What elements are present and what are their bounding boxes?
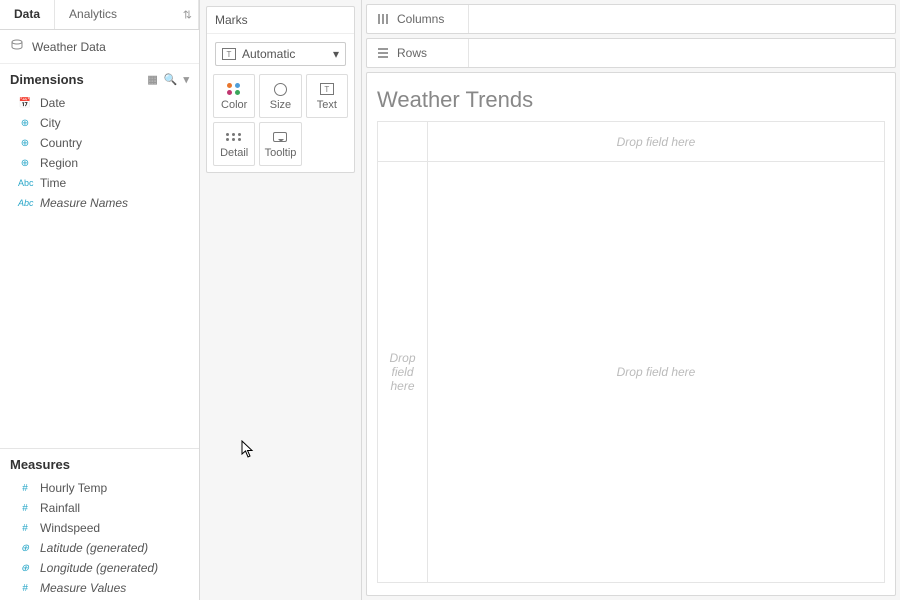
tab-data[interactable]: Data xyxy=(0,0,55,29)
rows-icon xyxy=(377,47,389,59)
datasource-name: Weather Data xyxy=(32,40,106,54)
field-hourly-temp[interactable]: # Hourly Temp xyxy=(0,478,199,498)
abc-icon: Abc xyxy=(18,178,32,188)
hash-icon: # xyxy=(18,583,32,594)
mark-button-label: Tooltip xyxy=(265,147,297,159)
columns-shelf-label: Columns xyxy=(367,5,469,33)
viz-drop-main[interactable]: Drop field here xyxy=(428,162,884,582)
tooltip-icon xyxy=(273,129,287,145)
shelf-label-text: Columns xyxy=(397,12,444,26)
data-panel: Data Analytics ⇅ Weather Data Dimensions… xyxy=(0,0,200,600)
data-panel-tabs: Data Analytics ⇅ xyxy=(0,0,199,30)
mark-color-button[interactable]: Color xyxy=(213,74,255,118)
mark-type-label: Automatic xyxy=(242,47,295,61)
marks-title: Marks xyxy=(207,7,354,34)
dimensions-header: Dimensions ▦ 🔍 ▾ xyxy=(0,64,199,91)
measures-list: # Hourly Temp # Rainfall # Windspeed ⊕ Latit… xyxy=(0,476,199,600)
viz-drop-left[interactable]: Drop field here xyxy=(378,162,428,582)
mark-button-label: Text xyxy=(317,99,337,111)
field-measure-values[interactable]: # Measure Values xyxy=(0,578,199,598)
field-label: Hourly Temp xyxy=(40,481,107,495)
field-label: Region xyxy=(40,156,78,170)
field-label: City xyxy=(40,116,61,130)
tab-analytics-label: Analytics xyxy=(69,7,117,21)
size-icon xyxy=(274,81,287,97)
datasource-icon xyxy=(10,38,24,55)
mark-size-button[interactable]: Size xyxy=(259,74,301,118)
rows-drop-zone[interactable] xyxy=(469,39,895,67)
rows-shelf-label: Rows xyxy=(367,39,469,67)
viz-title[interactable]: Weather Trends xyxy=(377,83,885,121)
field-country[interactable]: ⊕ Country xyxy=(0,133,199,153)
abc-icon: Abc xyxy=(18,198,32,208)
globe-icon: ⊕ xyxy=(18,563,32,574)
view-area: Columns Rows Weather Trends Drop field h… xyxy=(362,0,900,600)
field-date[interactable]: 📅 Date xyxy=(0,93,199,113)
rows-shelf[interactable]: Rows xyxy=(366,38,896,68)
columns-shelf[interactable]: Columns xyxy=(366,4,896,34)
viz-drop-grid: Drop field here Drop field here Drop fie… xyxy=(377,121,885,583)
mark-button-label: Detail xyxy=(220,147,248,159)
mark-button-label: Size xyxy=(270,99,291,111)
field-city[interactable]: ⊕ City xyxy=(0,113,199,133)
globe-icon: ⊕ xyxy=(18,158,32,169)
field-label: Country xyxy=(40,136,82,150)
marks-buttons: Color Size T Text Detail Tooltip xyxy=(207,74,354,172)
dimensions-list: 📅 Date ⊕ City ⊕ Country ⊕ Region Abc Time Abc… xyxy=(0,91,199,215)
calendar-icon: 📅 xyxy=(18,98,32,109)
field-measure-names[interactable]: Abc Measure Names xyxy=(0,193,199,213)
field-time[interactable]: Abc Time xyxy=(0,173,199,193)
field-label: Measure Values xyxy=(40,581,126,595)
auto-mark-icon: T xyxy=(222,48,236,60)
dimensions-label: Dimensions xyxy=(10,72,84,87)
marks-panel: Marks T Automatic ▾ Color Size T Text xyxy=(200,0,362,600)
datasource-row[interactable]: Weather Data xyxy=(0,30,199,64)
hash-icon: # xyxy=(18,483,32,494)
mark-type-select[interactable]: T Automatic ▾ xyxy=(215,42,346,66)
hash-icon: # xyxy=(18,503,32,514)
columns-icon xyxy=(377,13,389,25)
search-icon[interactable]: 🔍 xyxy=(164,73,178,86)
marks-card: Marks T Automatic ▾ Color Size T Text xyxy=(206,6,355,173)
globe-icon: ⊕ xyxy=(18,118,32,129)
field-label: Latitude (generated) xyxy=(40,541,148,555)
swap-icon: ⇅ xyxy=(183,8,192,21)
chevron-down-icon: ▾ xyxy=(333,47,339,61)
mark-detail-button[interactable]: Detail xyxy=(213,122,255,166)
text-icon: T xyxy=(320,81,334,97)
shelf-label-text: Rows xyxy=(397,46,427,60)
globe-icon: ⊕ xyxy=(18,138,32,149)
field-latitude[interactable]: ⊕ Latitude (generated) xyxy=(0,538,199,558)
mark-button-label: Color xyxy=(221,99,247,111)
field-windspeed[interactable]: # Windspeed xyxy=(0,518,199,538)
viz-drop-top[interactable]: Drop field here xyxy=(428,122,884,162)
tab-analytics[interactable]: Analytics ⇅ xyxy=(55,0,199,29)
field-longitude[interactable]: ⊕ Longitude (generated) xyxy=(0,558,199,578)
field-label: Rainfall xyxy=(40,501,80,515)
field-label: Date xyxy=(40,96,65,110)
field-rainfall[interactable]: # Rainfall xyxy=(0,498,199,518)
columns-drop-zone[interactable] xyxy=(469,5,895,33)
detail-icon xyxy=(226,129,242,145)
measures-header: Measures xyxy=(0,448,199,476)
field-label: Longitude (generated) xyxy=(40,561,158,575)
color-icon xyxy=(227,81,241,97)
measures-label: Measures xyxy=(10,457,70,472)
viz-card: Weather Trends Drop field here Drop fiel… xyxy=(366,72,896,596)
view-grid-icon[interactable]: ▦ xyxy=(147,73,157,86)
field-label: Time xyxy=(40,176,66,190)
globe-icon: ⊕ xyxy=(18,543,32,554)
dropdown-icon[interactable]: ▾ xyxy=(183,73,189,86)
field-label: Measure Names xyxy=(40,196,128,210)
field-region[interactable]: ⊕ Region xyxy=(0,153,199,173)
field-label: Windspeed xyxy=(40,521,100,535)
mark-tooltip-button[interactable]: Tooltip xyxy=(259,122,301,166)
mark-text-button[interactable]: T Text xyxy=(306,74,348,118)
viz-corner xyxy=(378,122,428,162)
hash-icon: # xyxy=(18,523,32,534)
